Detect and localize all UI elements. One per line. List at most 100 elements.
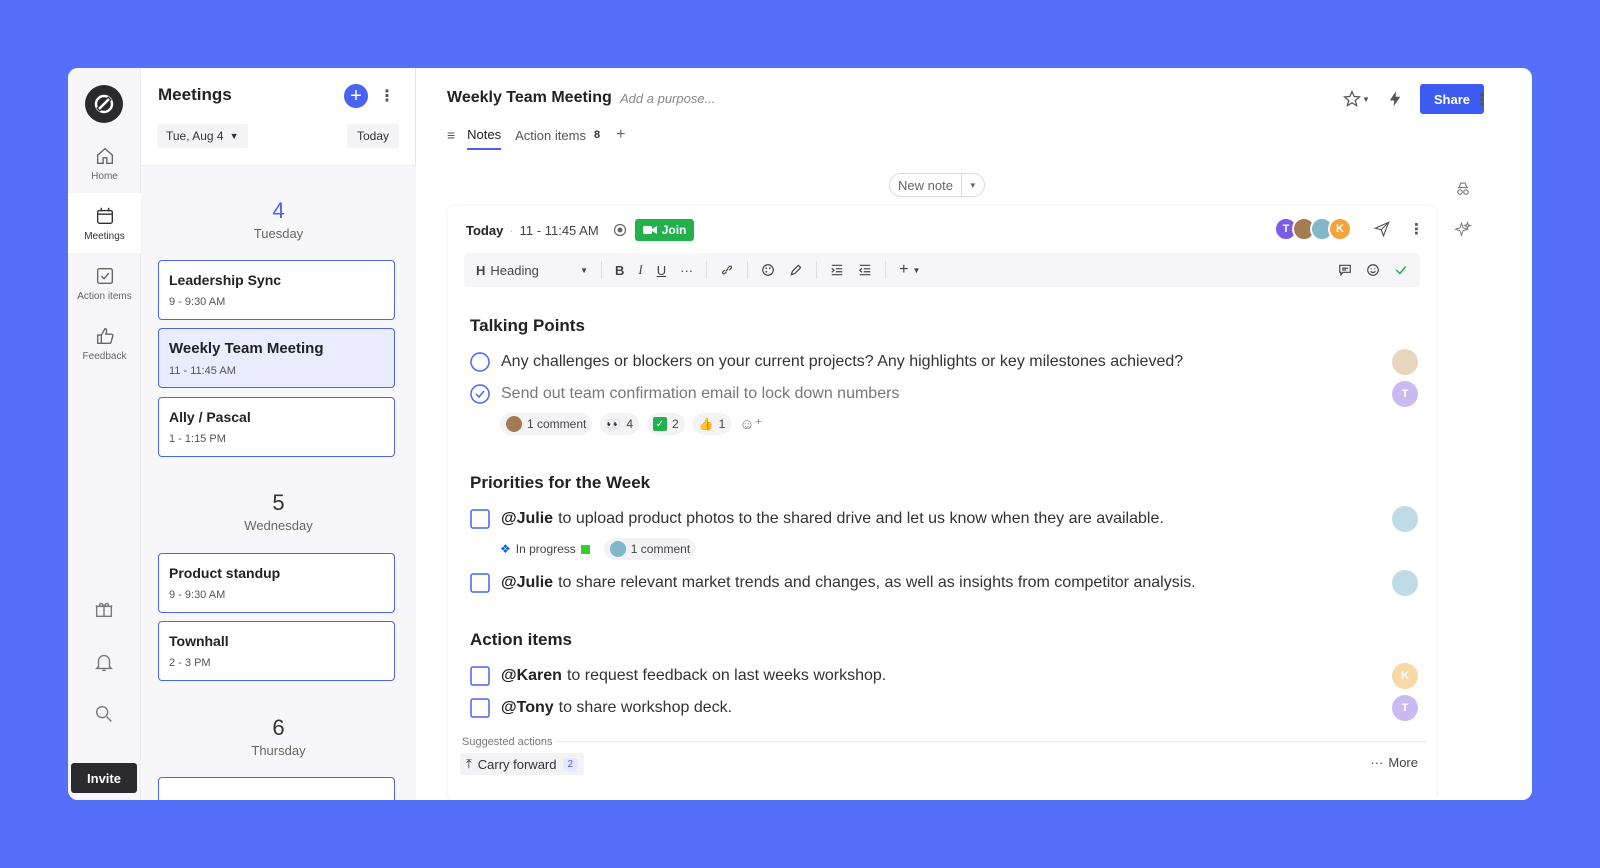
underline-icon[interactable]: U: [657, 263, 666, 278]
meeting-card-selected[interactable]: Weekly Team Meeting 11 - 11:45 AM: [158, 328, 395, 388]
date-select[interactable]: Tue, Aug 4 ▼: [157, 124, 248, 148]
comment-chip[interactable]: 1 comment: [500, 413, 593, 435]
link-icon[interactable]: [720, 263, 734, 277]
suggested-actions-label: Suggested actions: [462, 736, 553, 748]
tab-action-items[interactable]: Action items: [515, 128, 586, 149]
checkbox-icon[interactable]: [470, 573, 490, 593]
italic-icon[interactable]: I: [638, 262, 642, 278]
ellipsis-icon: ···: [1370, 755, 1384, 770]
meeting-card[interactable]: Leadership Sync 9 - 9:30 AM: [158, 260, 395, 320]
thumbs-reaction[interactable]: 👍 1: [692, 413, 732, 435]
outdent-icon[interactable]: [858, 263, 872, 277]
eyes-reaction[interactable]: 👀 4: [600, 413, 639, 435]
caret-down-icon: ▼: [229, 131, 239, 141]
outline-icon[interactable]: ≡: [447, 127, 455, 149]
date-select-value: Tue, Aug 4: [166, 129, 224, 143]
highlight-icon[interactable]: [789, 263, 803, 277]
item-text: to share workshop deck.: [558, 699, 733, 716]
rail-feedback[interactable]: Feedback: [68, 313, 141, 373]
color-icon[interactable]: [761, 263, 775, 277]
note-more-icon[interactable]: ⋮: [1409, 220, 1424, 238]
join-button[interactable]: Join: [634, 219, 695, 241]
note-time: 11 - 11:45 AM: [519, 222, 599, 238]
mention[interactable]: @Julie: [501, 574, 553, 592]
star-button[interactable]: ▼: [1342, 89, 1370, 109]
main-more-icon[interactable]: ⋮: [1474, 90, 1490, 110]
section-heading[interactable]: Priorities for the Week: [470, 473, 650, 493]
meeting-card[interactable]: [158, 777, 395, 800]
incognito-button[interactable]: [1454, 180, 1472, 203]
incognito-icon: [1457, 182, 1469, 195]
ai-sparkle-button[interactable]: [1453, 220, 1473, 244]
checked-circle-icon[interactable]: [470, 384, 490, 404]
day-name: Thursday: [251, 743, 306, 758]
bold-icon[interactable]: B: [615, 263, 624, 278]
more-button[interactable]: ··· More: [1370, 755, 1418, 770]
add-tab-icon[interactable]: +: [616, 126, 625, 150]
meetings-title: Meetings: [158, 85, 232, 104]
talking-point-item[interactable]: Send out team confirmation email to lock…: [470, 384, 899, 404]
meetings-more-icon[interactable]: ⋮: [379, 86, 395, 106]
mention[interactable]: @Tony: [501, 699, 554, 717]
send-button[interactable]: [1373, 220, 1391, 238]
meeting-card[interactable]: Townhall 2 - 3 PM: [158, 621, 395, 681]
checkbox-icon[interactable]: [470, 698, 490, 718]
done-check-icon[interactable]: [1394, 263, 1408, 277]
automation-button[interactable]: [1386, 90, 1404, 108]
check-reaction[interactable]: ✓ 2: [647, 413, 685, 435]
section-heading[interactable]: Talking Points: [470, 316, 585, 336]
meeting-time: 2 - 3 PM: [169, 657, 211, 669]
action-item[interactable]: @Karen to request feedback on last weeks…: [470, 666, 886, 686]
checkbox-icon[interactable]: [470, 509, 490, 529]
comment-chip[interactable]: 1 comment: [603, 538, 697, 560]
join-label: Join: [661, 223, 687, 237]
action-item[interactable]: @Tony to share workshop deck.: [470, 698, 732, 718]
search-button[interactable]: [91, 701, 117, 727]
meeting-card[interactable]: Product standup 9 - 9:30 AM: [158, 553, 395, 613]
avatar: [506, 416, 522, 432]
new-note-dropdown-icon[interactable]: ▼: [960, 174, 984, 196]
item-text: to upload product photos to the shared d…: [558, 510, 1164, 527]
gift-button[interactable]: [91, 596, 117, 622]
separator-dot: ·: [509, 222, 514, 238]
mention[interactable]: @Julie: [501, 510, 553, 528]
add-reaction-icon[interactable]: ☺⁺: [739, 415, 762, 433]
today-button[interactable]: Today: [347, 124, 400, 148]
circle-checkbox-icon[interactable]: [470, 352, 490, 372]
notifications-button[interactable]: [91, 649, 117, 675]
carry-forward-button[interactable]: ⤒ Carry forward 2: [460, 753, 585, 775]
meeting-card[interactable]: Ally / Pascal 1 - 1:15 PM: [158, 397, 395, 457]
rail-meetings[interactable]: Meetings: [68, 193, 141, 253]
insert-icon[interactable]: + ▼: [899, 261, 920, 279]
section-heading[interactable]: Action items: [470, 630, 572, 650]
action-item[interactable]: @Julie to share relevant market trends a…: [470, 573, 1196, 593]
rail-action-items[interactable]: Action items: [68, 253, 141, 313]
comment-icon[interactable]: [1338, 263, 1352, 277]
participant-avatars[interactable]: T K: [1274, 217, 1352, 241]
add-meeting-button[interactable]: +: [344, 84, 368, 108]
record-icon[interactable]: [613, 223, 627, 237]
tab-notes[interactable]: Notes: [467, 127, 502, 150]
rail-home[interactable]: Home: [68, 133, 141, 193]
app-logo[interactable]: [85, 85, 123, 123]
more-format-icon[interactable]: ···: [680, 263, 693, 278]
home-icon: [96, 147, 113, 164]
mention[interactable]: @Karen: [501, 667, 562, 685]
page-title[interactable]: Weekly Team Meeting: [447, 89, 612, 107]
invite-button[interactable]: Invite: [71, 763, 137, 793]
emoji-icon[interactable]: [1366, 263, 1380, 277]
note-header: Today · 11 - 11:45 AM Join: [466, 218, 695, 242]
carry-forward-icon: ⤒: [466, 756, 472, 771]
heading-select[interactable]: H Heading ▼: [476, 263, 588, 278]
divider: [601, 261, 602, 279]
action-item[interactable]: @Julie to upload product photos to the s…: [470, 509, 1164, 529]
status-chip[interactable]: ❖ In progress: [500, 538, 590, 560]
star-icon: [1342, 89, 1361, 107]
day-number: 5: [272, 490, 285, 515]
carry-forward-label: Carry forward: [477, 756, 557, 772]
checkbox-icon[interactable]: [470, 666, 490, 686]
indent-icon[interactable]: [830, 263, 844, 277]
talking-point-item[interactable]: Any challenges or blockers on your curre…: [470, 352, 1183, 372]
purpose-input[interactable]: Add a purpose...: [620, 91, 715, 106]
new-note-button[interactable]: New note ▼: [889, 173, 985, 197]
